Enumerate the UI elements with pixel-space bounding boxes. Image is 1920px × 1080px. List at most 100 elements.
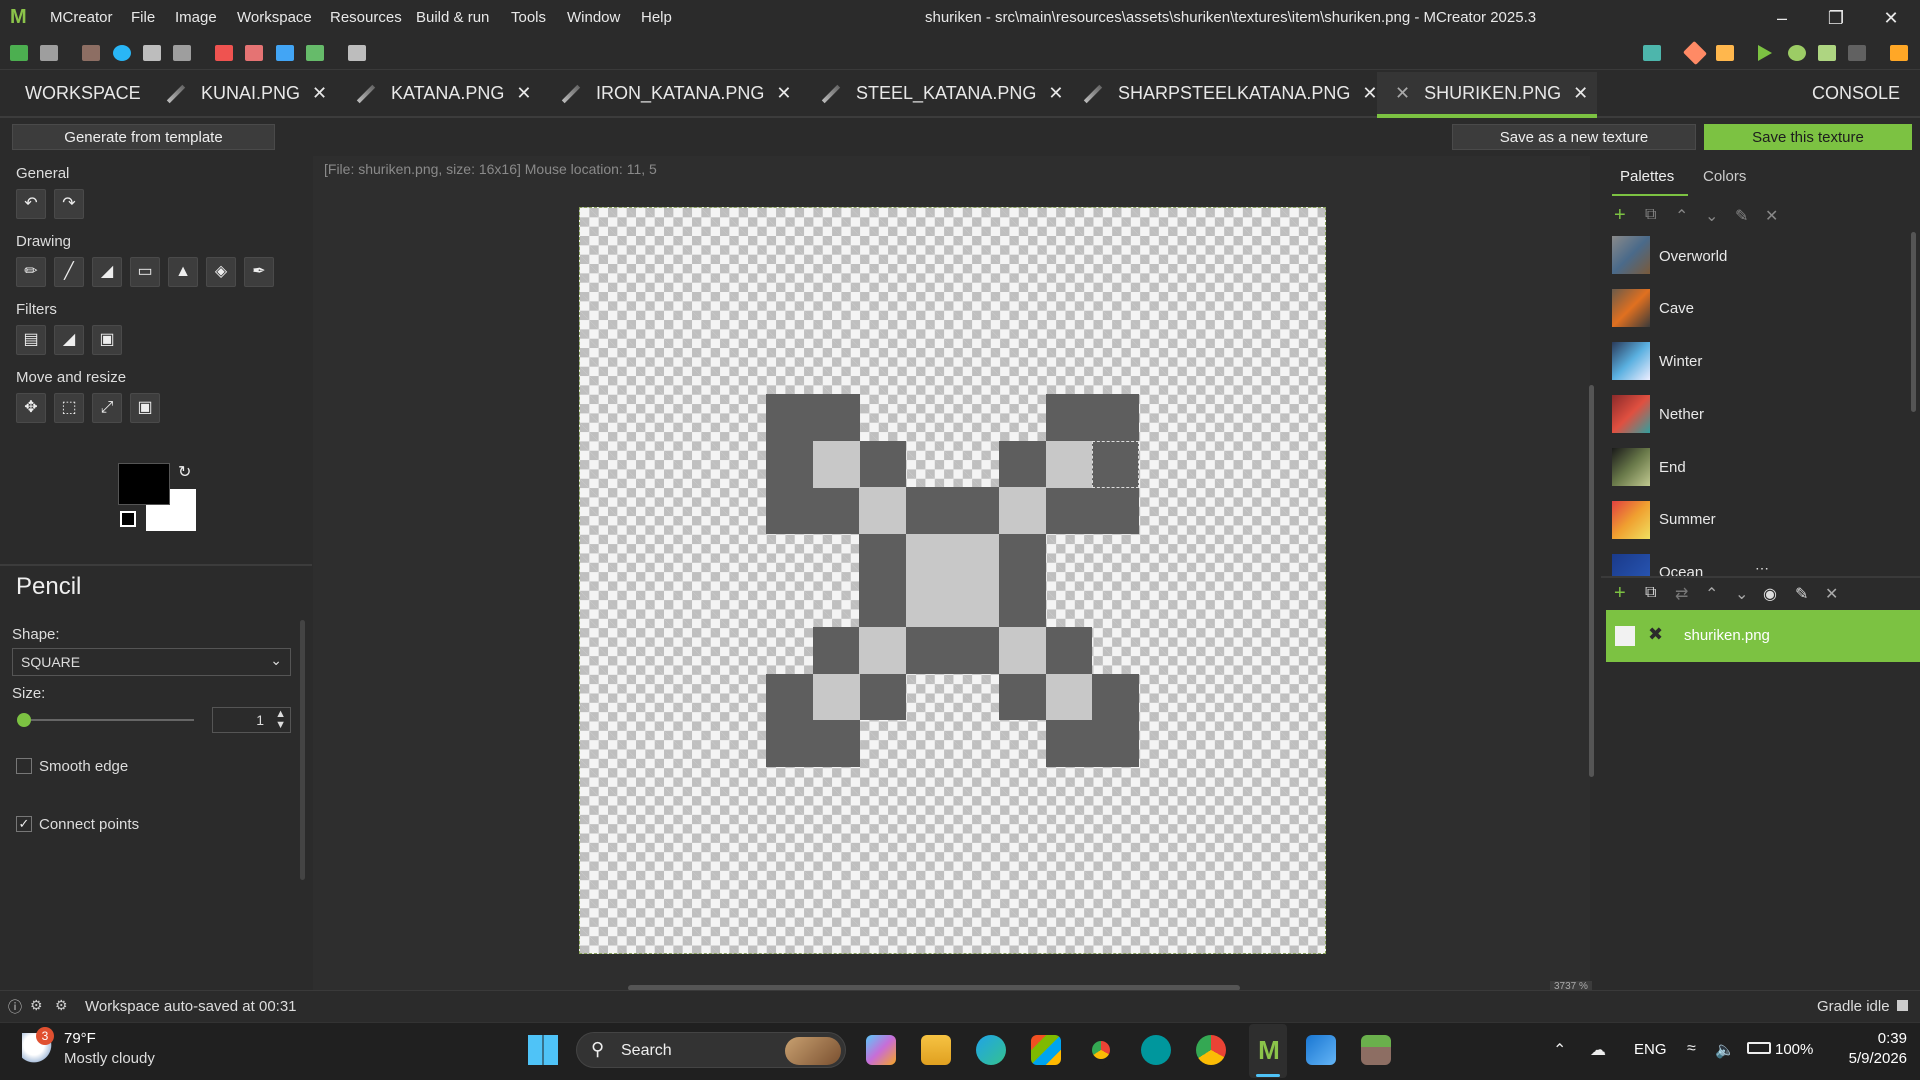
tab-sharpsteelkatana[interactable]: SHARPSTEELKATANA.PNG ✕ xyxy=(1082,72,1378,118)
taskbar-search[interactable]: ⚲ Search xyxy=(576,1032,846,1068)
tab-katana[interactable]: KATANA.PNG ✕ xyxy=(355,72,531,118)
gear-icon[interactable]: ⚙ xyxy=(55,997,68,1014)
stop-gradle-icon[interactable] xyxy=(1897,1000,1908,1011)
redo-icon[interactable]: ↷ xyxy=(54,189,84,219)
weather-desc[interactable]: Mostly cloudy xyxy=(64,1050,155,1067)
tab-colors[interactable]: Colors xyxy=(1703,168,1746,185)
delete-layer-icon[interactable]: ✕ xyxy=(1825,584,1838,604)
tab-palettes[interactable]: Palettes xyxy=(1620,168,1674,185)
size-slider-track[interactable] xyxy=(24,719,194,721)
menu-tools[interactable]: Tools xyxy=(511,9,546,26)
clock-date[interactable]: 5/9/2026 xyxy=(1822,1050,1907,1067)
clock-time[interactable]: 0:39 xyxy=(1849,1030,1907,1047)
stepper-arrows-icon[interactable]: ▲ ▼ xyxy=(275,709,286,731)
store-icon[interactable] xyxy=(1031,1035,1061,1065)
move-icon[interactable]: ✥ xyxy=(16,393,46,423)
delete-icon[interactable]: ✕ xyxy=(1765,206,1778,226)
palette-overworld[interactable]: Overworld xyxy=(1659,248,1727,265)
shape-select[interactable]: SQUARE ⌄ xyxy=(12,648,291,676)
size-slider-thumb[interactable] xyxy=(17,713,31,727)
share-icon[interactable] xyxy=(1890,45,1908,61)
tab-shuriken[interactable]: ✕ SHURIKEN.PNG ✕ xyxy=(1377,72,1597,118)
vertical-scrollbar[interactable] xyxy=(1589,385,1594,777)
image-icon[interactable] xyxy=(245,45,263,61)
tab-console[interactable]: CONSOLE xyxy=(1812,72,1900,118)
palette-ocean-row[interactable]: Ocean xyxy=(1601,554,1901,576)
menu-help[interactable]: Help xyxy=(641,9,672,26)
duplicate-icon[interactable]: ⧉ xyxy=(1645,206,1656,224)
color-filter-icon[interactable]: ▤ xyxy=(16,325,46,355)
code-icon[interactable] xyxy=(40,45,58,61)
info-icon[interactable]: ⓘ xyxy=(8,997,22,1017)
more-icon[interactable]: ⋯ xyxy=(1755,560,1769,577)
select-icon[interactable]: ⬚ xyxy=(54,393,84,423)
menu-image[interactable]: Image xyxy=(175,9,217,26)
volume-icon[interactable]: 🔈 xyxy=(1715,1040,1735,1060)
chevron-down-icon[interactable]: ⌄ xyxy=(1705,206,1718,226)
primary-color-swatch[interactable] xyxy=(118,463,170,505)
close-tab-icon[interactable]: ✕ xyxy=(776,83,791,103)
layer-visible-checkbox[interactable] xyxy=(1615,626,1635,646)
texture-icon[interactable] xyxy=(215,45,233,61)
tray-chevron-up-icon[interactable]: ⌃ xyxy=(1553,1040,1566,1060)
language-indicator[interactable]: ENG xyxy=(1634,1041,1667,1058)
resize-icon[interactable]: ⤢ xyxy=(92,393,122,423)
add-layer-icon[interactable]: + xyxy=(1614,582,1626,605)
stamp-icon[interactable]: ▲ xyxy=(168,257,198,287)
generate-from-template-button[interactable]: Generate from template xyxy=(12,124,275,150)
menu-window[interactable]: Window xyxy=(567,9,620,26)
arduino-icon[interactable] xyxy=(1141,1035,1171,1065)
menu-workspace[interactable]: Workspace xyxy=(237,9,312,26)
edit-icon[interactable]: ✎ xyxy=(1735,206,1748,226)
texture-canvas[interactable] xyxy=(579,207,1326,954)
chrome-icon[interactable] xyxy=(1086,1035,1116,1065)
close-tab-icon[interactable]: ✕ xyxy=(1573,83,1588,103)
close-tab-icon[interactable]: ✕ xyxy=(312,83,327,103)
save-this-texture-button[interactable]: Save this texture xyxy=(1704,124,1912,150)
connect-points-checkbox[interactable]: ✓ xyxy=(16,816,32,832)
tab-steel-katana[interactable]: STEEL_KATANA.PNG ✕ xyxy=(820,72,1063,118)
windows-start-icon[interactable] xyxy=(528,1035,558,1065)
chevron-up-icon[interactable]: ⌃ xyxy=(1675,206,1688,226)
palette-end[interactable]: End xyxy=(1659,459,1686,476)
merge-layer-icon[interactable]: ⇄ xyxy=(1675,584,1688,604)
workspace-icon[interactable] xyxy=(10,45,28,61)
structure-icon[interactable] xyxy=(306,45,324,61)
close-tab-icon[interactable]: ✕ xyxy=(516,83,531,103)
line-icon[interactable]: ╱ xyxy=(54,257,84,287)
menu-mcreator[interactable]: MCreator xyxy=(50,9,113,26)
eye-icon[interactable]: ◉ xyxy=(1763,584,1777,604)
contrast-icon[interactable]: ◢ xyxy=(54,325,84,355)
debug-icon[interactable] xyxy=(1788,45,1806,61)
block-icon[interactable] xyxy=(82,45,100,61)
undo-icon[interactable]: ↶ xyxy=(16,189,46,219)
battery-icon[interactable] xyxy=(1747,1042,1771,1054)
tv-filter-icon[interactable]: ▣ xyxy=(92,325,122,355)
reset-colors-icon[interactable] xyxy=(120,511,136,527)
close-window-button[interactable]: ✕ xyxy=(1871,4,1911,32)
menu-file[interactable]: File xyxy=(131,9,155,26)
pencil-icon[interactable]: ✏ xyxy=(16,257,46,287)
weather-temp[interactable]: 79°F xyxy=(64,1030,96,1047)
fill-icon[interactable]: ◢ xyxy=(92,257,122,287)
eraser-icon[interactable]: ▭ xyxy=(130,257,160,287)
folder-icon[interactable] xyxy=(1643,45,1661,61)
layer-up-icon[interactable]: ⌃ xyxy=(1705,584,1718,604)
close-tab-icon[interactable]: ✕ xyxy=(1362,83,1377,103)
file-explorer-icon[interactable] xyxy=(921,1035,951,1065)
layer-down-icon[interactable]: ⌄ xyxy=(1735,584,1748,604)
left-scrollbar[interactable] xyxy=(300,620,305,880)
add-palette-icon[interactable]: + xyxy=(1614,204,1626,227)
edit-layer-icon[interactable]: ✎ xyxy=(1795,584,1808,604)
swap-colors-icon[interactable]: ↻ xyxy=(178,462,191,482)
save-as-new-texture-button[interactable]: Save as a new texture xyxy=(1452,124,1696,150)
duplicate-layer-icon[interactable]: ⧉ xyxy=(1645,584,1656,602)
wifi-icon[interactable]: ≈ xyxy=(1687,1040,1696,1058)
hammer-icon[interactable] xyxy=(1716,45,1734,61)
mcreator-taskbar-icon[interactable]: M xyxy=(1254,1035,1284,1065)
bucket-icon[interactable]: ◈ xyxy=(206,257,236,287)
menu-build-run[interactable]: Build & run xyxy=(416,9,489,26)
minimize-button[interactable]: – xyxy=(1762,4,1802,32)
menu-resources[interactable]: Resources xyxy=(330,9,402,26)
palette-scrollbar[interactable] xyxy=(1911,232,1916,412)
